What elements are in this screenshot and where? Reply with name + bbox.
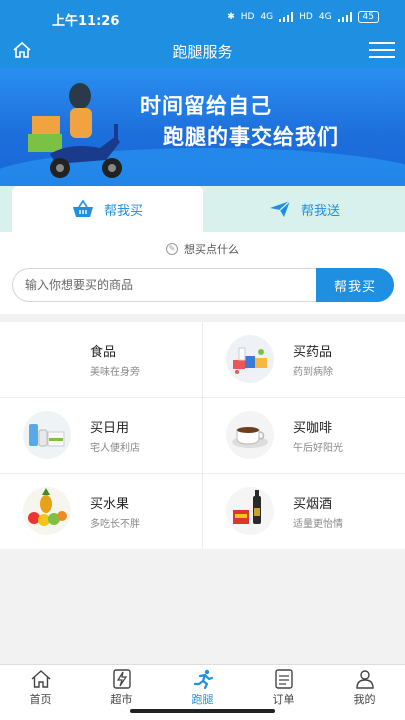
banner-line-2: 跑腿的事交给我们 xyxy=(163,125,339,149)
nav-profile[interactable]: 我的 xyxy=(324,669,405,709)
paper-plane-icon xyxy=(269,200,291,217)
category-daily-goods[interactable]: 买日用 宅人便利店 xyxy=(0,398,202,473)
buy-submit-button[interactable]: 帮我买 xyxy=(316,268,394,302)
search-input[interactable] xyxy=(13,269,316,301)
nav-label: 订单 xyxy=(272,693,295,706)
runner-icon xyxy=(193,669,213,689)
category-desc: 多吃长不胖 xyxy=(90,519,140,530)
lightning-icon xyxy=(112,669,131,689)
status-icons: ✱ HD 4G HD 4G 45 xyxy=(227,11,379,23)
nav-label: 跑腿 xyxy=(191,693,214,706)
tab-buy-for-me[interactable]: 帮我买 xyxy=(12,186,203,232)
list-icon xyxy=(274,669,293,689)
search-hint: ✎ 想买点什么 xyxy=(0,241,405,257)
tobacco-alcohol-image xyxy=(226,487,274,535)
search-hint-text: 想买点什么 xyxy=(184,243,239,256)
tab-send-label: 帮我送 xyxy=(300,203,340,219)
signal-icon xyxy=(279,12,294,22)
network-type: 4G xyxy=(260,12,274,22)
service-tabs: 帮我买 帮我送 xyxy=(0,186,405,232)
grid-divider xyxy=(0,473,405,474)
search-box xyxy=(12,268,316,302)
banner-line-1: 时间留给自己 xyxy=(140,94,272,118)
app-header: 跑腿服务 xyxy=(0,34,405,68)
category-desc: 药到病除 xyxy=(293,367,333,378)
home-icon xyxy=(31,670,50,688)
grid-divider xyxy=(0,397,405,398)
nav-orders[interactable]: 订单 xyxy=(243,669,324,709)
signal-icon-2 xyxy=(337,12,352,22)
category-name: 买咖啡 xyxy=(293,421,333,436)
medicine-image xyxy=(226,335,274,383)
category-food[interactable]: 食品 美味在身旁 xyxy=(0,322,202,397)
coffee-image xyxy=(226,411,274,459)
category-desc: 宅人便利店 xyxy=(90,443,140,454)
daily-goods-image xyxy=(23,411,71,459)
pencil-icon: ✎ xyxy=(166,243,178,255)
category-fruit[interactable]: 买水果 多吃长不胖 xyxy=(0,474,202,549)
tab-send-for-me[interactable]: 帮我送 xyxy=(203,186,405,232)
nav-label: 超市 xyxy=(110,693,133,706)
category-coffee[interactable]: 买咖啡 午后好阳光 xyxy=(203,398,405,473)
nav-label: 我的 xyxy=(353,693,376,706)
category-name: 买药品 xyxy=(293,345,333,360)
category-desc: 午后好阳光 xyxy=(293,443,343,454)
category-name: 买水果 xyxy=(90,497,130,512)
tab-buy-label: 帮我买 xyxy=(103,203,143,219)
category-desc: 适量更怡情 xyxy=(293,519,343,530)
grid-divider-vertical xyxy=(202,322,203,548)
home-indicator[interactable] xyxy=(130,709,275,713)
category-desc: 美味在身旁 xyxy=(90,367,140,378)
nav-supermarket[interactable]: 超市 xyxy=(81,669,162,709)
nav-label: 首页 xyxy=(29,693,52,706)
fruit-image xyxy=(23,487,71,535)
category-name: 食品 xyxy=(90,345,117,360)
status-time: 上午11:26 xyxy=(52,14,120,29)
user-icon xyxy=(355,670,374,689)
nav-home[interactable]: 首页 xyxy=(0,669,81,709)
network-type-2: 4G xyxy=(318,12,332,22)
promo-banner: 时间留给自己 跑腿的事交给我们 xyxy=(0,68,405,188)
hd-badge: HD xyxy=(240,12,255,22)
status-bar: 上午11:26 ✱ HD 4G HD 4G 45 xyxy=(0,0,405,34)
bluetooth-icon: ✱ xyxy=(227,12,235,22)
category-name: 买日用 xyxy=(90,421,130,436)
category-name: 买烟酒 xyxy=(293,497,333,512)
menu-icon[interactable] xyxy=(369,42,395,60)
delivery-scooter-illustration xyxy=(28,83,122,178)
category-medicine[interactable]: 买药品 药到病除 xyxy=(203,322,405,397)
category-tobacco-alcohol[interactable]: 买烟酒 适量更怡情 xyxy=(203,474,405,549)
search-area: ✎ 想买点什么 帮我买 xyxy=(0,232,405,314)
page-title: 跑腿服务 xyxy=(172,43,233,61)
basket-icon xyxy=(72,199,93,217)
nav-errand[interactable]: 跑腿 xyxy=(162,669,243,709)
hd-badge-2: HD xyxy=(299,12,313,22)
battery-icon: 45 xyxy=(357,11,379,23)
